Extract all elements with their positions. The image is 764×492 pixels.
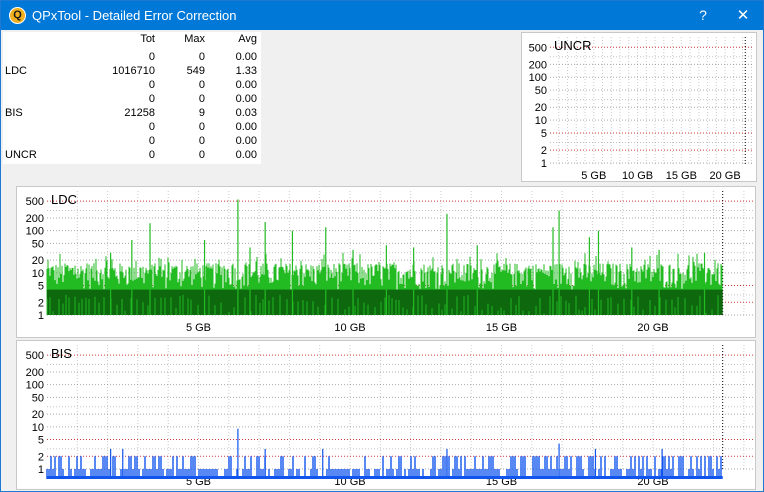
y-tick-label: 5 <box>541 128 547 140</box>
y-tick-label: 200 <box>26 367 44 379</box>
row-avg: 0.00 <box>235 79 257 91</box>
y-tick-label: 20 <box>32 255 44 267</box>
row-label: UNCR <box>5 149 37 161</box>
row-tot: 0 <box>148 149 155 161</box>
x-tick-label: 15 GB <box>486 322 517 334</box>
y-tick-label: 1 <box>38 310 44 322</box>
row-avg: 0.00 <box>235 51 257 63</box>
y-tick-label: 5 <box>38 435 44 447</box>
row-avg: 0.00 <box>235 135 257 147</box>
stats-header-row: Tot Max Avg <box>3 33 261 47</box>
y-tick-label: 100 <box>529 72 547 84</box>
row-tot: 0 <box>148 135 155 147</box>
y-tick-label: 1 <box>541 158 547 170</box>
y-tick-label: 1 <box>38 464 44 476</box>
row-max: 0 <box>198 93 205 105</box>
y-tick-label: 200 <box>26 213 44 225</box>
stats-row: 0 0 0.00 <box>3 93 261 107</box>
y-tick-label: 10 <box>535 115 547 127</box>
row-label: LDC <box>5 65 28 77</box>
stats-row-bis: BIS 21258 9 0.03 <box>3 107 261 121</box>
stats-row: 0 0 0.00 <box>3 135 261 149</box>
y-tick-label: 10 <box>32 268 44 280</box>
ldc-series <box>46 199 723 315</box>
chart-title: UNCR <box>554 38 592 53</box>
ldc-chart-panel: 500 200 100 50 20 10 5 2 1 5 GB 10 GB 15 GB 20 GB LDC <box>16 186 756 338</box>
x-tick-label: 20 GB <box>637 322 668 334</box>
y-tick-label: 100 <box>26 380 44 392</box>
y-tick-label: 50 <box>32 392 44 404</box>
row-max: 0 <box>198 51 205 63</box>
row-max: 0 <box>198 121 205 133</box>
row-max: 9 <box>198 107 205 119</box>
bis-series <box>46 428 723 479</box>
y-tick-label: 20 <box>535 102 547 114</box>
row-tot: 0 <box>148 79 155 91</box>
x-tick-label: 15 GB <box>666 170 697 182</box>
stats-row: 0 0 0.00 <box>3 51 261 65</box>
title-bar[interactable]: Q QPxTool - Detailed Error Correction ? … <box>1 1 763 30</box>
y-tick-label: 50 <box>535 85 547 97</box>
qpxtool-window: Q QPxTool - Detailed Error Correction ? … <box>0 0 764 492</box>
row-label: BIS <box>5 107 23 119</box>
header-max: Max <box>184 33 205 45</box>
row-tot: 21258 <box>124 107 155 119</box>
x-tick-label: 5 GB <box>186 322 211 334</box>
row-max: 0 <box>198 135 205 147</box>
close-button[interactable]: ✕ <box>723 1 763 30</box>
row-max: 549 <box>186 65 205 77</box>
ldc-chart: 5002001005020105215 GB 10 GB 15 GB 20 GBLDC <box>26 191 753 334</box>
row-avg: 0.00 <box>235 93 257 105</box>
y-tick-label: 2 <box>38 297 44 309</box>
uncr-chart-panel: 500 200 100 50 20 10 5 2 1 5 GB 10 GB 15 GB 20 GB UNC… <box>521 32 757 182</box>
window-title: QPxTool - Detailed Error Correction <box>32 8 237 23</box>
bis-chart: 5002001005020105215 GB 10 GB 15 GB 20 GBBIS <box>26 345 753 488</box>
stats-row: 0 0 0.00 <box>3 121 261 135</box>
x-tick-label: 10 GB <box>622 170 653 182</box>
y-tick-label: 20 <box>32 409 44 421</box>
chart-title: BIS <box>51 346 72 361</box>
y-tick-label: 500 <box>26 196 44 208</box>
row-max: 0 <box>198 79 205 91</box>
row-max: 0 <box>198 149 205 161</box>
row-avg: 0.00 <box>235 149 257 161</box>
y-tick-label: 500 <box>529 42 547 54</box>
row-tot: 1016710 <box>112 65 155 77</box>
y-tick-label: 2 <box>541 145 547 157</box>
y-tick-label: 50 <box>32 238 44 250</box>
y-tick-label: 5 <box>38 281 44 293</box>
bis-bars <box>46 456 722 479</box>
y-tick-label: 200 <box>529 59 547 71</box>
header-tot: Tot <box>140 33 155 45</box>
bis-baseline <box>47 476 723 479</box>
chart-title: LDC <box>51 192 77 207</box>
row-avg: 0.03 <box>235 107 257 119</box>
row-tot: 0 <box>148 121 155 133</box>
stats-row-uncr: UNCR 0 0 0.00 <box>3 149 261 163</box>
x-tick-label: 20 GB <box>710 170 741 182</box>
x-tick-label: 10 GB <box>334 322 365 334</box>
app-icon: Q <box>9 7 26 24</box>
error-stats-table: Tot Max Avg 0 0 0.00 LDC 1016710 549 1.3… <box>3 32 261 164</box>
y-tick-label: 500 <box>26 350 44 362</box>
stats-row: 0 0 0.00 <box>3 79 261 93</box>
help-button[interactable]: ? <box>683 1 723 30</box>
y-tick-label: 100 <box>26 226 44 238</box>
row-tot: 0 <box>148 51 155 63</box>
uncr-chart: 5002001005020105215 GB 10 GB 15 GB 20 GBUNC… <box>529 37 754 182</box>
y-tick-label: 2 <box>38 451 44 463</box>
stats-row-ldc: LDC 1016710 549 1.33 <box>3 65 261 79</box>
bis-chart-panel: 500 200 100 50 20 10 5 2 1 5 GB 10 GB 15 GB 20 GB BIS <box>16 340 756 490</box>
y-tick-label: 10 <box>32 422 44 434</box>
row-tot: 0 <box>148 93 155 105</box>
row-avg: 0.00 <box>235 121 257 133</box>
header-avg: Avg <box>238 33 257 45</box>
x-tick-label: 5 GB <box>581 170 606 182</box>
row-avg: 1.33 <box>235 65 257 77</box>
